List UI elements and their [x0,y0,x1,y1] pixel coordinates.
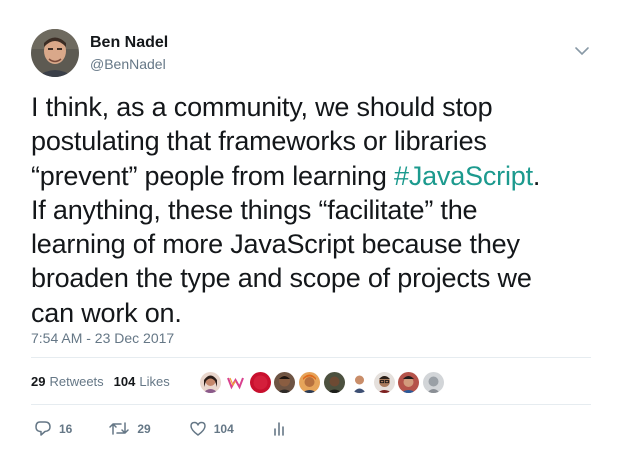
tweet-text: I think, as a community, we should stop … [31,90,606,330]
retweet-button[interactable]: 29 [108,420,151,437]
divider [31,357,591,358]
liker-avatar[interactable] [323,371,345,393]
divider [31,404,591,405]
author-avatar[interactable] [31,29,79,77]
liker-avatar[interactable] [423,371,445,393]
liker-avatar[interactable] [249,371,271,393]
reply-count: 16 [59,421,73,436]
analytics-button[interactable] [272,420,286,437]
tweet-stats: 29 Retweets 104 Likes [31,374,180,389]
liker-avatar[interactable] [348,371,370,393]
liker-avatar[interactable] [299,371,321,393]
author-handle[interactable]: @BenNadel [90,56,166,72]
hashtag-link[interactable]: #JavaScript [394,161,533,191]
like-button[interactable]: 104 [189,420,234,437]
likers-list [200,371,448,393]
liker-avatar[interactable] [373,371,395,393]
tweet-card: Ben Nadel @BenNadel I think, as a commun… [0,0,621,468]
author-name[interactable]: Ben Nadel [90,34,168,52]
heart-icon [189,420,207,437]
reply-icon [34,420,52,437]
like-count: 104 [213,421,234,436]
chevron-down-icon[interactable] [573,44,591,58]
likes-label: Likes [139,374,170,389]
tweet-line: If anything, these things “facilitate” t… [31,194,478,225]
tweet-timestamp[interactable]: 7:54 AM - 23 Dec 2017 [31,330,174,346]
liker-avatar[interactable] [224,371,246,393]
tweet-line-text: . [532,160,541,191]
liker-avatar[interactable] [200,371,221,393]
tweet-line: I think, as a community, we should stop [31,92,493,122]
tweet-line: broaden the type and scope of projects w… [31,263,532,294]
retweet-icon [108,420,130,437]
analytics-icon [272,420,286,437]
likes-stat[interactable]: 104 Likes [114,374,170,389]
retweet-count: 29 [137,421,151,436]
retweets-count: 29 [31,374,46,389]
reply-button[interactable]: 16 [34,420,72,437]
tweet-line: postulating that frameworks or libraries [31,126,487,157]
tweet-actions: 16 29 104 [31,420,286,437]
liker-avatar[interactable] [274,371,296,393]
tweet-line-text: “prevent” people from learning [31,160,394,191]
tweet-line: “prevent” people from learning #JavaScri… [31,159,606,193]
liker-avatar[interactable] [398,371,420,393]
tweet-line: can work on. [31,297,182,328]
tweet-line: learning of more JavaScript because they [31,229,520,260]
likes-count: 104 [113,374,136,389]
retweets-stat[interactable]: 29 Retweets [31,374,104,389]
retweets-label: Retweets [49,374,104,389]
